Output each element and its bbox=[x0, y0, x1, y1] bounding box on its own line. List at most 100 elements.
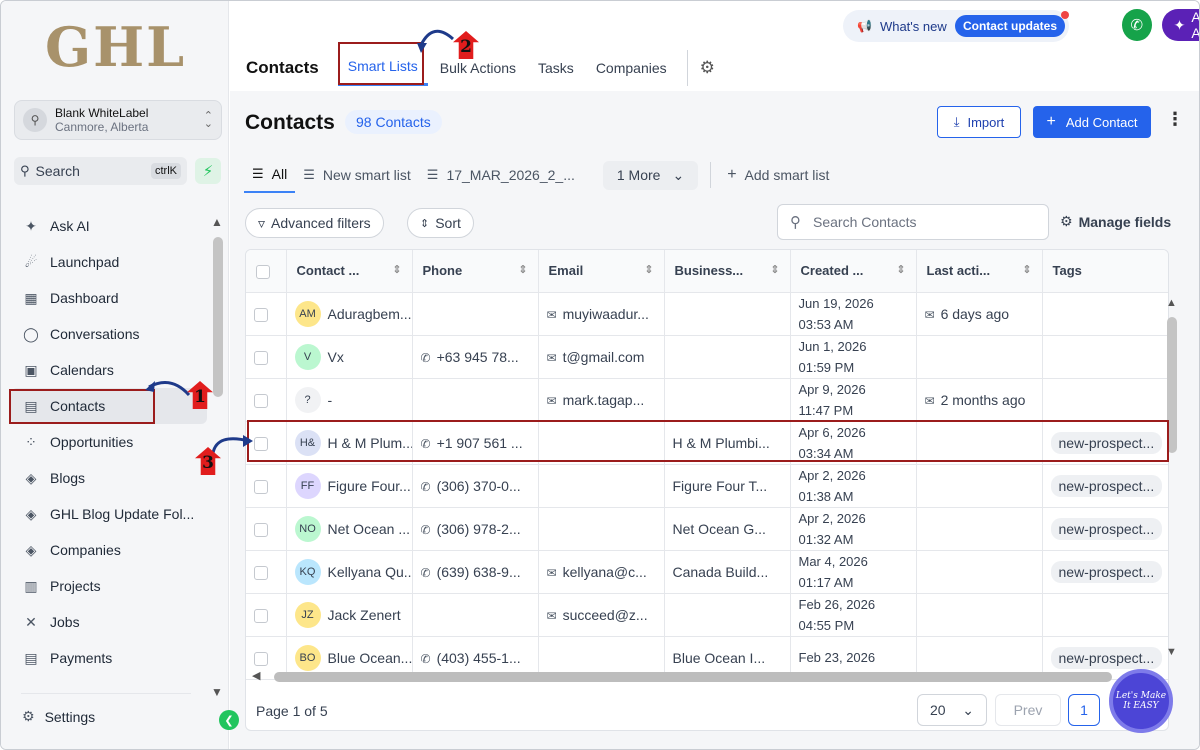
advanced-filters-button[interactable]: ▿ Advanced filters bbox=[245, 208, 384, 238]
col-tags[interactable]: Tags bbox=[1042, 250, 1168, 293]
phone-cell[interactable]: ✆ (639) 638-9... bbox=[412, 550, 539, 594]
tag-badge[interactable]: new-prospect... bbox=[1050, 517, 1163, 540]
scroll-thumb[interactable] bbox=[274, 672, 1112, 682]
email-cell[interactable]: ✉ muyiwaadur... bbox=[538, 292, 665, 336]
phone-cell[interactable]: ✆ (306) 370-0... bbox=[412, 464, 539, 508]
page-size-select[interactable]: 20 ⌄ bbox=[917, 694, 987, 726]
col-business[interactable]: Business... ⇕ bbox=[664, 250, 791, 293]
contact-cell[interactable]: AM Aduragbem... bbox=[286, 292, 413, 336]
tab-tasks[interactable]: Tasks bbox=[528, 51, 584, 85]
contact-cell[interactable]: NO Net Ocean ... bbox=[286, 507, 413, 551]
contact-updates-pill[interactable]: Contact updates bbox=[954, 11, 1069, 37]
contact-name[interactable]: Net Ocean ... bbox=[328, 521, 410, 537]
table-row[interactable]: NO Net Ocean ... ✆ (306) 978-2... Net Ocean … bbox=[246, 507, 1168, 551]
row-checkbox[interactable] bbox=[254, 608, 268, 623]
col-email[interactable]: Email ⇕ bbox=[538, 250, 665, 293]
phone-cell[interactable] bbox=[412, 378, 539, 422]
whats-new-banner[interactable]: 📢 What's new Contact updates bbox=[843, 10, 1069, 42]
sidebar-item-conversations[interactable]: ◯ Conversations bbox=[11, 316, 207, 352]
row-checkbox[interactable] bbox=[254, 479, 268, 494]
contact-name[interactable]: Jack Zenert bbox=[328, 607, 401, 623]
sidebar-item-opportunities[interactable]: ⁘ Opportunities bbox=[11, 424, 207, 460]
sidebar-item-ask-ai[interactable]: ✦ Ask AI bbox=[11, 208, 207, 244]
row-checkbox[interactable] bbox=[254, 393, 268, 408]
view-all[interactable]: ☰ All bbox=[244, 157, 296, 193]
prev-page-button[interactable]: Prev bbox=[995, 694, 1061, 726]
table-row[interactable]: V Vx ✆ +63 945 78... ✉ t@gmail.com Jun 1, 2026… bbox=[246, 335, 1168, 379]
select-all-checkbox[interactable] bbox=[256, 264, 270, 279]
sidebar-item-projects[interactable]: ▥ Projects bbox=[11, 568, 207, 604]
contact-cell[interactable]: JZ Jack Zenert bbox=[286, 593, 413, 637]
tab-companies[interactable]: Companies bbox=[586, 51, 677, 85]
business-cell[interactable]: Canada Build... bbox=[664, 550, 791, 594]
add-contact-button[interactable]: + Add Contact bbox=[1033, 106, 1151, 138]
page-number-button[interactable]: 1 bbox=[1068, 694, 1100, 726]
phone-cell[interactable]: ✆ +63 945 78... bbox=[412, 335, 539, 379]
col-phone[interactable]: Phone ⇕ bbox=[412, 250, 539, 293]
phone-cell[interactable]: ✆ (306) 978-2... bbox=[412, 507, 539, 551]
business-cell[interactable] bbox=[664, 593, 791, 637]
col-created[interactable]: Created ... ⇕ bbox=[790, 250, 917, 293]
scroll-up-icon[interactable]: ▲ bbox=[1166, 297, 1177, 309]
email-cell[interactable]: ✉ kellyana@c... bbox=[538, 550, 665, 594]
ask-ai-button[interactable]: ✦ Ask AI bbox=[1161, 9, 1199, 41]
sort-button[interactable]: ⇕ Sort bbox=[407, 208, 474, 238]
more-options-icon[interactable]: ⋮ bbox=[1166, 109, 1184, 130]
sidebar-search[interactable]: ⚲ Search ctrlK bbox=[14, 157, 187, 185]
manage-fields-button[interactable]: ⚙ Manage fields bbox=[1060, 213, 1171, 230]
col-contact[interactable]: Contact ... ⇕ bbox=[286, 250, 413, 293]
add-smart-list-button[interactable]: + Add smart list bbox=[719, 157, 837, 193]
phone-cell[interactable] bbox=[412, 292, 539, 336]
contact-cell[interactable]: FF Figure Four... bbox=[286, 464, 413, 508]
location-switcher[interactable]: ⚲ Blank WhiteLabel Canmore, Alberta ⌃ ⌄ bbox=[14, 100, 222, 140]
scroll-down-icon[interactable]: ▼ bbox=[1166, 646, 1177, 658]
tag-badge[interactable]: new-prospect... bbox=[1050, 646, 1163, 669]
col-last-activity[interactable]: Last acti... ⇕ bbox=[916, 250, 1043, 293]
row-checkbox[interactable] bbox=[254, 522, 268, 537]
scroll-up-icon[interactable]: ▲ bbox=[211, 215, 223, 229]
row-checkbox[interactable] bbox=[254, 307, 268, 322]
lets-make-it-easy-badge[interactable]: Let's Make It EASY bbox=[1109, 669, 1173, 733]
contact-name[interactable]: Kellyana Qu... bbox=[328, 564, 412, 580]
table-row[interactable]: KQ Kellyana Qu... ✆ (639) 638-9... ✉ kellyana… bbox=[246, 550, 1168, 594]
business-cell[interactable]: Net Ocean G... bbox=[664, 507, 791, 551]
table-vertical-scrollbar[interactable]: ▲ ▼ bbox=[1165, 297, 1179, 659]
contact-cell[interactable]: V Vx bbox=[286, 335, 413, 379]
contact-cell[interactable]: ? - bbox=[286, 378, 413, 422]
phone-cell[interactable] bbox=[412, 593, 539, 637]
business-cell[interactable]: Figure Four T... bbox=[664, 464, 791, 508]
sidebar-item-blogs[interactable]: ◈ Blogs bbox=[11, 460, 207, 496]
phone-icon[interactable]: ✆ bbox=[1122, 9, 1152, 41]
business-cell[interactable] bbox=[664, 335, 791, 379]
row-checkbox[interactable] bbox=[254, 350, 268, 365]
sidebar-item-payments[interactable]: ▤ Payments bbox=[11, 640, 207, 676]
email-cell[interactable] bbox=[538, 507, 665, 551]
view-new-smart-list[interactable]: ☰ New smart list bbox=[295, 158, 419, 192]
sidebar-item-settings[interactable]: ⚙ Settings bbox=[22, 708, 95, 725]
table-row[interactable]: AM Aduragbem... ✉ muyiwaadur... Jun 19, 2026… bbox=[246, 292, 1168, 336]
gear-icon[interactable]: ⚙ bbox=[700, 58, 715, 78]
table-horizontal-scrollbar[interactable]: ◀ bbox=[252, 669, 1132, 683]
tag-badge[interactable]: new-prospect... bbox=[1050, 560, 1163, 583]
business-cell[interactable] bbox=[664, 378, 791, 422]
email-cell[interactable]: ✉ mark.tagap... bbox=[538, 378, 665, 422]
scroll-thumb[interactable] bbox=[213, 237, 223, 397]
import-button[interactable]: ⤓ Import bbox=[937, 106, 1021, 138]
search-contacts-input[interactable]: ⚲ Search Contacts bbox=[777, 204, 1049, 240]
contact-name[interactable]: Aduragbem... bbox=[328, 306, 412, 322]
collapse-sidebar-button[interactable]: ❮ bbox=[219, 710, 239, 730]
contact-name[interactable]: Vx bbox=[328, 349, 344, 365]
table-row[interactable]: JZ Jack Zenert ✉ succeed@z... Feb 26, 2026 04… bbox=[246, 593, 1168, 637]
business-cell[interactable] bbox=[664, 292, 791, 336]
row-checkbox[interactable] bbox=[254, 651, 268, 666]
sidebar-item-jobs[interactable]: ✕ Jobs bbox=[11, 604, 207, 640]
contact-name[interactable]: - bbox=[328, 392, 333, 408]
table-row[interactable]: FF Figure Four... ✆ (306) 370-0... Figure Fo… bbox=[246, 464, 1168, 508]
contact-cell[interactable]: KQ Kellyana Qu... bbox=[286, 550, 413, 594]
sidebar-item-ghl-blog-update-fol[interactable]: ◈ GHL Blog Update Fol... bbox=[11, 496, 207, 532]
sidebar-item-companies[interactable]: ◈ Companies bbox=[11, 532, 207, 568]
row-checkbox[interactable] bbox=[254, 565, 268, 580]
table-row[interactable]: ? - ✉ mark.tagap... Apr 9, 2026 11:47 PM ✉ 2 mo… bbox=[246, 378, 1168, 422]
scroll-left-icon[interactable]: ◀ bbox=[252, 669, 260, 682]
email-cell[interactable] bbox=[538, 464, 665, 508]
